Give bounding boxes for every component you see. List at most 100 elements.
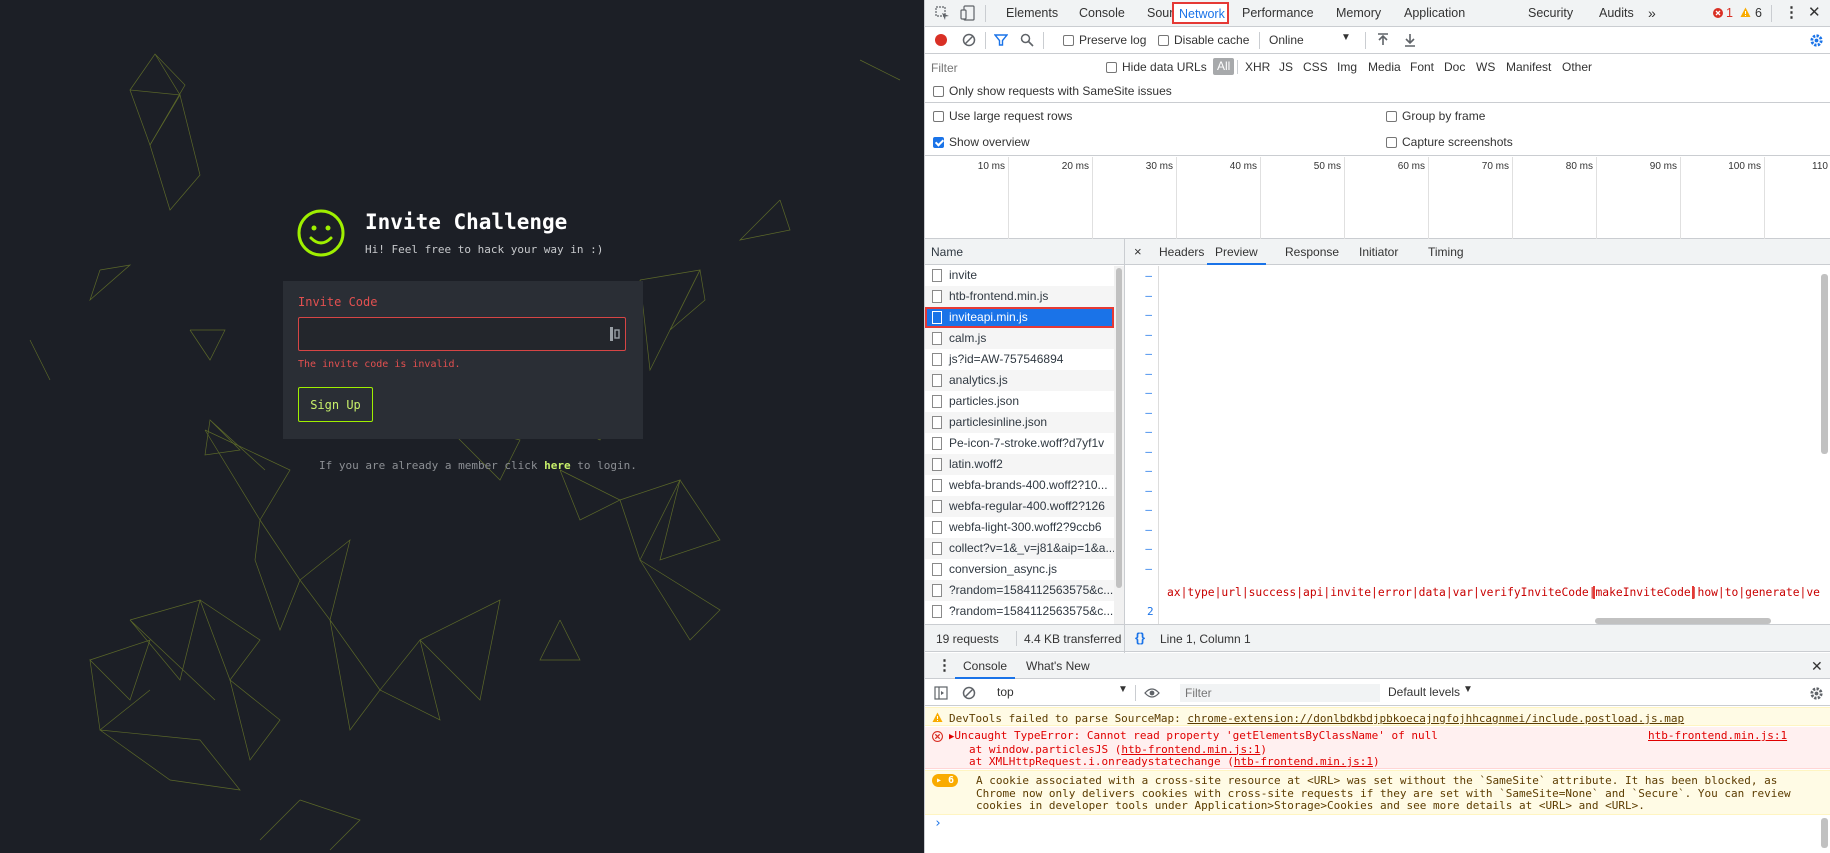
scrollbar-thumb[interactable] (1116, 268, 1122, 588)
search-icon[interactable] (1020, 33, 1034, 47)
request-row[interactable]: particles.json (925, 391, 1114, 412)
request-row[interactable]: analytics.js (925, 370, 1114, 391)
type-filter-font[interactable]: Font (1410, 60, 1434, 74)
request-row[interactable]: invite (925, 265, 1114, 286)
sidebar-toggle-icon[interactable] (934, 686, 948, 700)
stack-frame-link[interactable]: htb-frontend.min.js:1 (1121, 743, 1260, 756)
request-row[interactable]: conversion_async.js (925, 559, 1114, 580)
tab-response[interactable]: Response (1285, 239, 1339, 265)
type-filter-manifest[interactable]: Manifest (1506, 60, 1551, 74)
network-overview-timeline[interactable]: 10 ms 20 ms 30 ms 40 ms 50 ms 60 ms 70 m… (925, 157, 1830, 239)
console-settings-gear-icon[interactable] (1809, 686, 1824, 701)
group-by-frame-label: Group by frame (1402, 109, 1486, 123)
network-filter-input[interactable] (931, 59, 1091, 76)
error-count[interactable]: 1 (1726, 0, 1733, 26)
tab-memory[interactable]: Memory (1336, 0, 1381, 26)
large-rows-checkbox[interactable] (933, 111, 944, 122)
chevron-down-icon[interactable]: ▼ (1118, 684, 1128, 695)
request-row[interactable]: htb-frontend.min.js (925, 286, 1114, 307)
vertical-scrollbar[interactable] (1821, 274, 1828, 454)
import-har-icon[interactable] (1377, 33, 1389, 47)
filter-icon[interactable] (994, 33, 1008, 47)
request-row-selected[interactable]: inviteapi.min.js (925, 307, 1114, 328)
warning-count[interactable]: 6 (1755, 0, 1762, 26)
login-link[interactable]: here (544, 459, 571, 472)
type-filter-ws[interactable]: WS (1476, 60, 1495, 74)
sign-up-button[interactable]: Sign Up (298, 387, 373, 422)
kebab-menu-icon[interactable]: ⋮ (1784, 0, 1799, 26)
tab-headers[interactable]: Headers (1159, 239, 1204, 265)
chevron-down-icon[interactable]: ▼ (1341, 32, 1351, 43)
export-har-icon[interactable] (1404, 33, 1416, 47)
request-row[interactable]: latin.woff2 (925, 454, 1114, 475)
device-toolbar-icon[interactable] (960, 5, 975, 21)
request-row[interactable]: collect?v=1&_v=j81&aip=1&a... (925, 538, 1114, 559)
request-row[interactable]: Pe-icon-7-stroke.woff?d7yf1v (925, 433, 1114, 454)
hide-data-urls-checkbox[interactable] (1106, 62, 1117, 73)
password-manager-icon[interactable] (610, 327, 620, 341)
tab-security[interactable]: Security (1528, 0, 1573, 26)
inspect-element-icon[interactable] (935, 6, 950, 21)
tab-application[interactable]: Application (1404, 0, 1465, 26)
stack-frame-link[interactable]: htb-frontend.min.js:1 (1234, 755, 1373, 768)
log-levels-select[interactable]: Default levels (1388, 685, 1460, 699)
samesite-checkbox[interactable] (933, 86, 944, 97)
eye-icon[interactable] (1144, 687, 1160, 699)
request-row[interactable]: webfa-brands-400.woff2?10... (925, 475, 1114, 496)
clear-icon[interactable] (962, 33, 976, 47)
type-filter-other[interactable]: Other (1562, 60, 1592, 74)
request-row[interactable]: particlesinline.json (925, 412, 1114, 433)
show-overview-checkbox[interactable] (933, 137, 944, 148)
request-row[interactable]: ?random=1584112563575&c... (925, 580, 1114, 601)
close-devtools-icon[interactable]: ✕ (1808, 0, 1821, 26)
gear-icon[interactable] (1809, 33, 1824, 48)
group-by-frame-checkbox[interactable] (1386, 111, 1397, 122)
invite-code-input[interactable] (298, 317, 626, 351)
context-select[interactable]: top (997, 685, 1014, 699)
record-icon[interactable] (934, 33, 948, 47)
name-column-header[interactable]: Name (925, 239, 1124, 265)
tab-performance[interactable]: Performance (1242, 0, 1314, 26)
request-row[interactable]: webfa-light-300.woff2?9ccb6 (925, 517, 1114, 538)
tab-network[interactable]: Network (1172, 2, 1229, 24)
disable-cache-checkbox[interactable] (1158, 35, 1169, 46)
type-filter-img[interactable]: Img (1337, 60, 1357, 74)
type-filter-doc[interactable]: Doc (1444, 60, 1465, 74)
login-prompt: If you are already a member click here t… (319, 459, 637, 472)
clear-console-icon[interactable] (962, 686, 976, 700)
type-filter-media[interactable]: Media (1368, 60, 1401, 74)
request-row[interactable]: webfa-regular-400.woff2?126 (925, 496, 1114, 517)
tab-audits[interactable]: Audits (1599, 0, 1634, 26)
console-scrollbar[interactable] (1821, 818, 1828, 848)
drawer-menu-icon[interactable]: ⋮ (937, 653, 952, 679)
request-row[interactable]: ?random=1584112563575&c... (925, 601, 1114, 622)
preserve-log-checkbox[interactable] (1063, 35, 1074, 46)
request-row[interactable]: js?id=AW-757546894 (925, 349, 1114, 370)
console-filter-input[interactable] (1180, 684, 1380, 702)
sourcemap-link[interactable]: chrome-extension://donlbdkbdjpbkoecajngf… (1187, 712, 1684, 725)
tab-preview[interactable]: Preview (1207, 239, 1266, 265)
drawer-tab-whats-new[interactable]: What's New (1026, 653, 1090, 679)
tab-initiator[interactable]: Initiator (1359, 239, 1398, 265)
type-filter-css[interactable]: CSS (1303, 60, 1328, 74)
type-filter-js[interactable]: JS (1279, 60, 1293, 74)
drawer-tab-console[interactable]: Console (955, 653, 1016, 679)
source-preview[interactable]: – – – – – – – – – – – – – – – – ax|type|url|success|ap… (1125, 266, 1830, 624)
error-source-link[interactable]: htb-frontend.min.js:1 (1648, 729, 1787, 743)
capture-screenshots-checkbox[interactable] (1386, 137, 1397, 148)
repeat-count-badge[interactable]: ▸ 6 (932, 774, 959, 787)
type-filter-xhr[interactable]: XHR (1245, 60, 1270, 74)
throttling-select[interactable]: Online (1269, 33, 1304, 47)
tab-timing[interactable]: Timing (1428, 239, 1464, 265)
type-filter-all[interactable]: All (1213, 58, 1235, 75)
request-row[interactable]: calm.js (925, 328, 1114, 349)
tab-console[interactable]: Console (1079, 0, 1125, 26)
pretty-print-icon[interactable]: {} (1135, 630, 1145, 645)
request-list-scrollbar[interactable] (1114, 266, 1124, 624)
double-chevron-right-icon[interactable]: » (1648, 0, 1656, 26)
console-prompt[interactable]: › (925, 816, 1830, 853)
tab-elements[interactable]: Elements (1006, 0, 1058, 26)
close-icon[interactable]: × (1134, 239, 1142, 265)
chevron-down-icon[interactable]: ▼ (1463, 684, 1473, 695)
close-drawer-icon[interactable]: ✕ (1811, 653, 1823, 679)
